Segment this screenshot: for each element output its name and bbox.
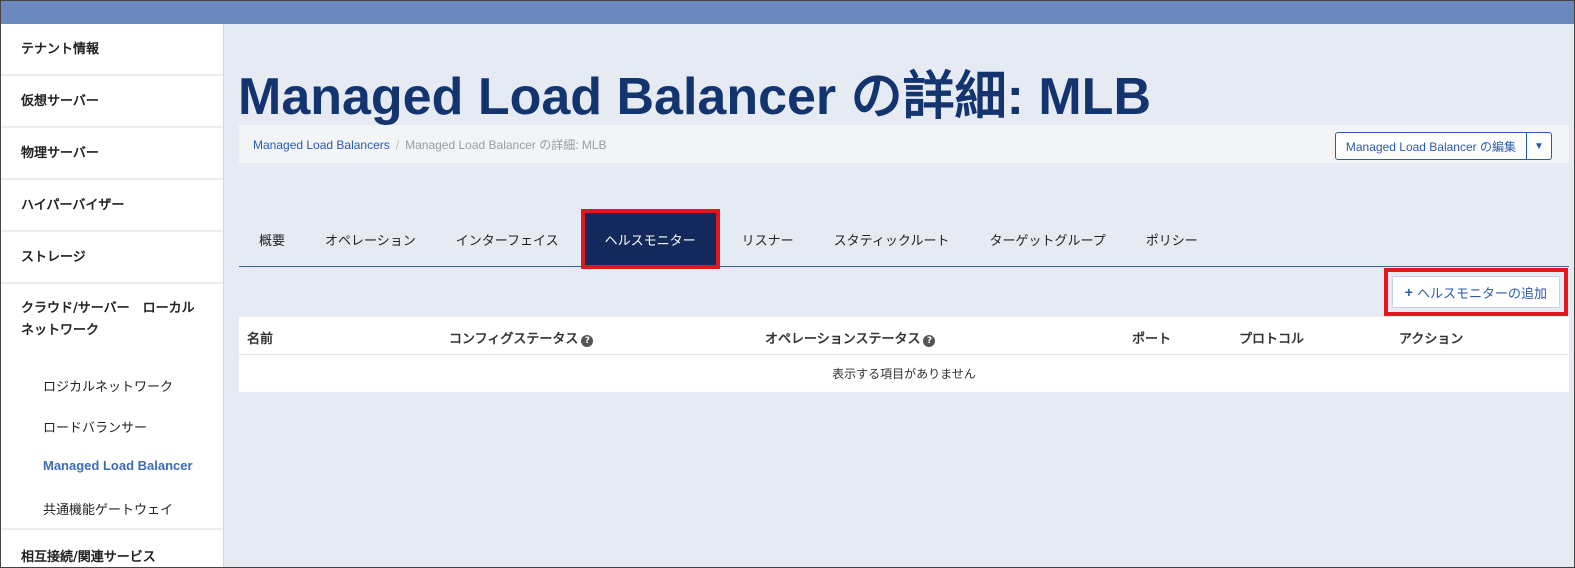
sidebar-item-hypervisor[interactable]: ハイパーバイザー — [1, 180, 223, 232]
caret-down-icon: ▼ — [1534, 140, 1544, 152]
page-title: Managed Load Balancer の詳細: MLB — [238, 68, 1151, 126]
column-header-operation-status: オペレーションステータス? — [765, 328, 936, 347]
add-button-highlight: + ヘルスモニターの追加 — [1383, 268, 1568, 316]
table-body: 表示する項目がありません — [239, 355, 1569, 392]
tab-target-group[interactable]: ターゲットグループ — [969, 230, 1125, 249]
sidebar-item-label: 物理サーバー — [21, 146, 99, 161]
edit-dropdown-toggle[interactable]: ▼ — [1527, 132, 1552, 160]
add-health-monitor-label: ヘルスモニターの追加 — [1416, 285, 1547, 301]
column-header-action: アクション — [1399, 332, 1464, 347]
edit-button-group: Managed Load Balancer の編集 ▼ — [1334, 132, 1552, 160]
column-header-port: ポート — [1132, 332, 1172, 347]
breadcrumb: Managed Load Balancers / Managed Load Bala… — [253, 136, 607, 153]
edit-mlb-button[interactable]: Managed Load Balancer の編集 — [1334, 132, 1527, 160]
column-header-config-status: コンフィグステータス? — [449, 328, 594, 347]
sidebar-item-virtual-server[interactable]: 仮想サーバー — [1, 76, 223, 128]
sidebar-subitem-label: ロードバランサー — [43, 421, 148, 436]
sidebar-item-tenant-info[interactable]: テナント情報 — [1, 24, 223, 76]
question-circle-icon[interactable]: ? — [923, 335, 936, 347]
breadcrumb-separator: / — [395, 138, 400, 152]
sidebar-item-interconnect[interactable]: 相互接続/関連サービス — [1, 528, 223, 568]
sidebar-item-cloud-local-network[interactable]: クラウド/サーバー ローカルネットワーク — [1, 284, 223, 364]
column-header-name: 名前 — [247, 332, 274, 347]
question-circle-icon[interactable]: ? — [581, 335, 594, 347]
sidebar-item-label: テナント情報 — [21, 42, 100, 57]
sidebar-item-physical-server[interactable]: 物理サーバー — [1, 128, 223, 180]
tab-policy[interactable]: ポリシー — [1126, 230, 1218, 249]
tab-health-monitor[interactable]: ヘルスモニター — [580, 209, 720, 269]
sidebar-item-label: クラウド/サーバー ローカルネットワーク — [21, 301, 195, 338]
breadcrumb-current: Managed Load Balancer の詳細: MLB — [405, 138, 607, 152]
empty-table-message: 表示する項目がありません — [832, 367, 976, 381]
sidebar-subitem-load-balancer[interactable]: ロードバランサー — [1, 405, 223, 446]
tab-operation[interactable]: オペレーション — [305, 230, 436, 249]
sidebar-subitem-label: 共通機能ゲートウェイ — [43, 503, 174, 518]
sidebar-item-label: ストレージ — [21, 250, 86, 265]
sidebar: テナント情報 仮想サーバー 物理サーバー ハイパーバイザー ストレージ クラウド… — [1, 24, 224, 567]
main-content: Managed Load Balancer の詳細: MLB Managed L… — [224, 24, 1574, 567]
sidebar-item-label: 仮想サーバー — [21, 94, 99, 109]
tab-listener[interactable]: リスナー — [722, 230, 814, 249]
tab-overview[interactable]: 概要 — [239, 230, 305, 249]
add-health-monitor-button[interactable]: + ヘルスモニターの追加 — [1391, 276, 1560, 308]
sidebar-item-storage[interactable]: ストレージ — [1, 232, 223, 284]
sidebar-subitem-common-gateway[interactable]: 共通機能ゲートウェイ — [1, 487, 223, 528]
top-bar — [1, 1, 1574, 24]
sidebar-subitem-managed-load-balancer[interactable]: Managed Load Balancer — [1, 446, 223, 487]
tab-interface[interactable]: インターフェイス — [436, 230, 579, 249]
sidebar-subitem-logical-network[interactable]: ロジカルネットワーク — [1, 364, 223, 405]
sidebar-subitem-label: ロジカルネットワーク — [43, 380, 174, 395]
table-header: 名前 コンフィグステータス? オペレーションステータス? ポート プロトコル ア… — [239, 317, 1569, 355]
plus-icon: + — [1404, 284, 1413, 300]
tab-static-route[interactable]: スタティックルート — [814, 230, 970, 249]
sidebar-item-label: 相互接続/関連サービス — [21, 550, 156, 565]
sidebar-item-label: ハイパーバイザー — [21, 198, 125, 213]
health-monitor-table: 名前 コンフィグステータス? オペレーションステータス? ポート プロトコル ア… — [239, 317, 1569, 392]
breadcrumb-link-mlb-list[interactable]: Managed Load Balancers — [253, 138, 390, 152]
tab-bar: 概要 オペレーション インターフェイス ヘルスモニター リスナー スタティックル… — [239, 209, 1569, 269]
column-header-protocol: プロトコル — [1239, 332, 1305, 347]
sidebar-subitem-label: Managed Load Balancer — [43, 458, 193, 473]
